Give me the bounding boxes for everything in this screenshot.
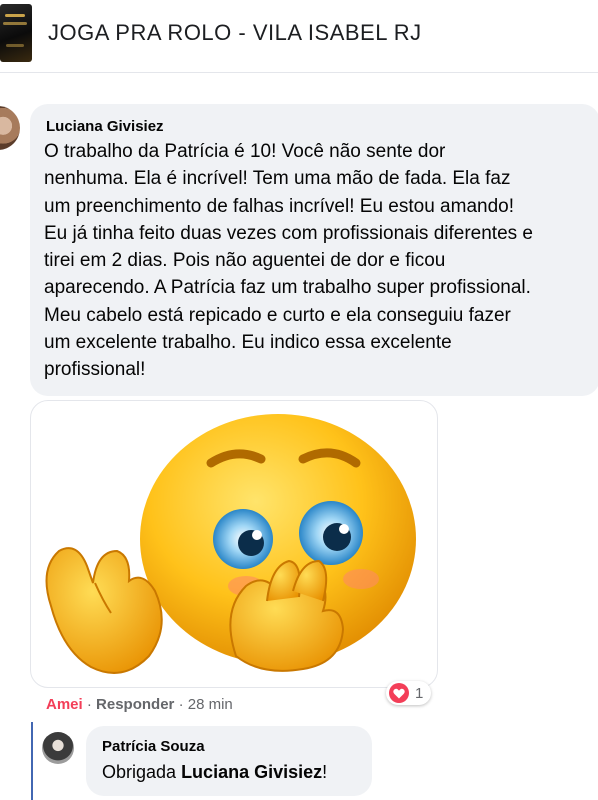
comment-line: um preenchimento de falhas incrível! Eu … <box>44 195 514 217</box>
reply-text-prefix: Obrigada <box>102 762 182 782</box>
reply-bubble: Patrícia Souza Obrigada Luciana Givisiez… <box>86 726 372 796</box>
love-reaction-button[interactable]: Amei <box>46 696 83 713</box>
comment-line: Meu cabelo está repicado e curto e ela c… <box>44 304 511 326</box>
group-title[interactable]: JOGA PRA ROLO - VILA ISABEL RJ <box>48 20 422 46</box>
comment-line: um excelente trabalho. Eu indico essa ex… <box>44 332 452 354</box>
reply-text: Obrigada Luciana Givisiez! <box>102 762 327 783</box>
comment-line: Eu já tinha feito duas vezes com profiss… <box>44 222 533 244</box>
reaction-count-pill[interactable]: 1 <box>386 681 432 705</box>
reply-author[interactable]: Patrícia Souza <box>102 738 205 755</box>
comment-line: O trabalho da Patrícia é 10! Você não se… <box>44 141 446 162</box>
comment-timestamp[interactable]: 28 min <box>188 696 233 713</box>
comment-author[interactable]: Luciana Givisiez <box>46 118 164 135</box>
comment-line: tirei em 2 dias. Pois não aguentei de do… <box>44 250 446 272</box>
separator: · <box>86 696 97 713</box>
reply-button[interactable]: Responder <box>96 696 174 713</box>
comment-text: O trabalho da Patrícia é 10! Você não se… <box>44 138 598 384</box>
reply-mention-link[interactable]: Luciana Givisiez <box>181 762 322 782</box>
shy-smiley-icon <box>45 414 416 674</box>
reaction-count: 1 <box>415 684 424 702</box>
reply-text-suffix: ! <box>322 762 328 782</box>
reply-author-avatar[interactable] <box>42 732 74 764</box>
group-cover-thumbnail[interactable] <box>0 4 32 62</box>
comment-actions: Amei · Responder · 28 min <box>46 696 233 713</box>
group-header: JOGA PRA ROLO - VILA ISABEL RJ <box>0 0 598 73</box>
comment-bubble: Luciana Givisiez O trabalho da Patrícia … <box>30 104 598 396</box>
comment-line: aparecendo. A Patrícia faz um trabalho s… <box>44 277 531 299</box>
separator: · <box>178 696 188 713</box>
heart-icon <box>389 683 409 703</box>
reply-thread-line <box>31 722 33 800</box>
comment-line: nenhuma. Ela é incrível! Tem uma mão de … <box>44 168 511 190</box>
comment-line: profissional! <box>44 359 146 381</box>
commenter-avatar[interactable] <box>0 106 20 150</box>
shy-smiley-emoji-sticker[interactable] <box>30 400 438 688</box>
